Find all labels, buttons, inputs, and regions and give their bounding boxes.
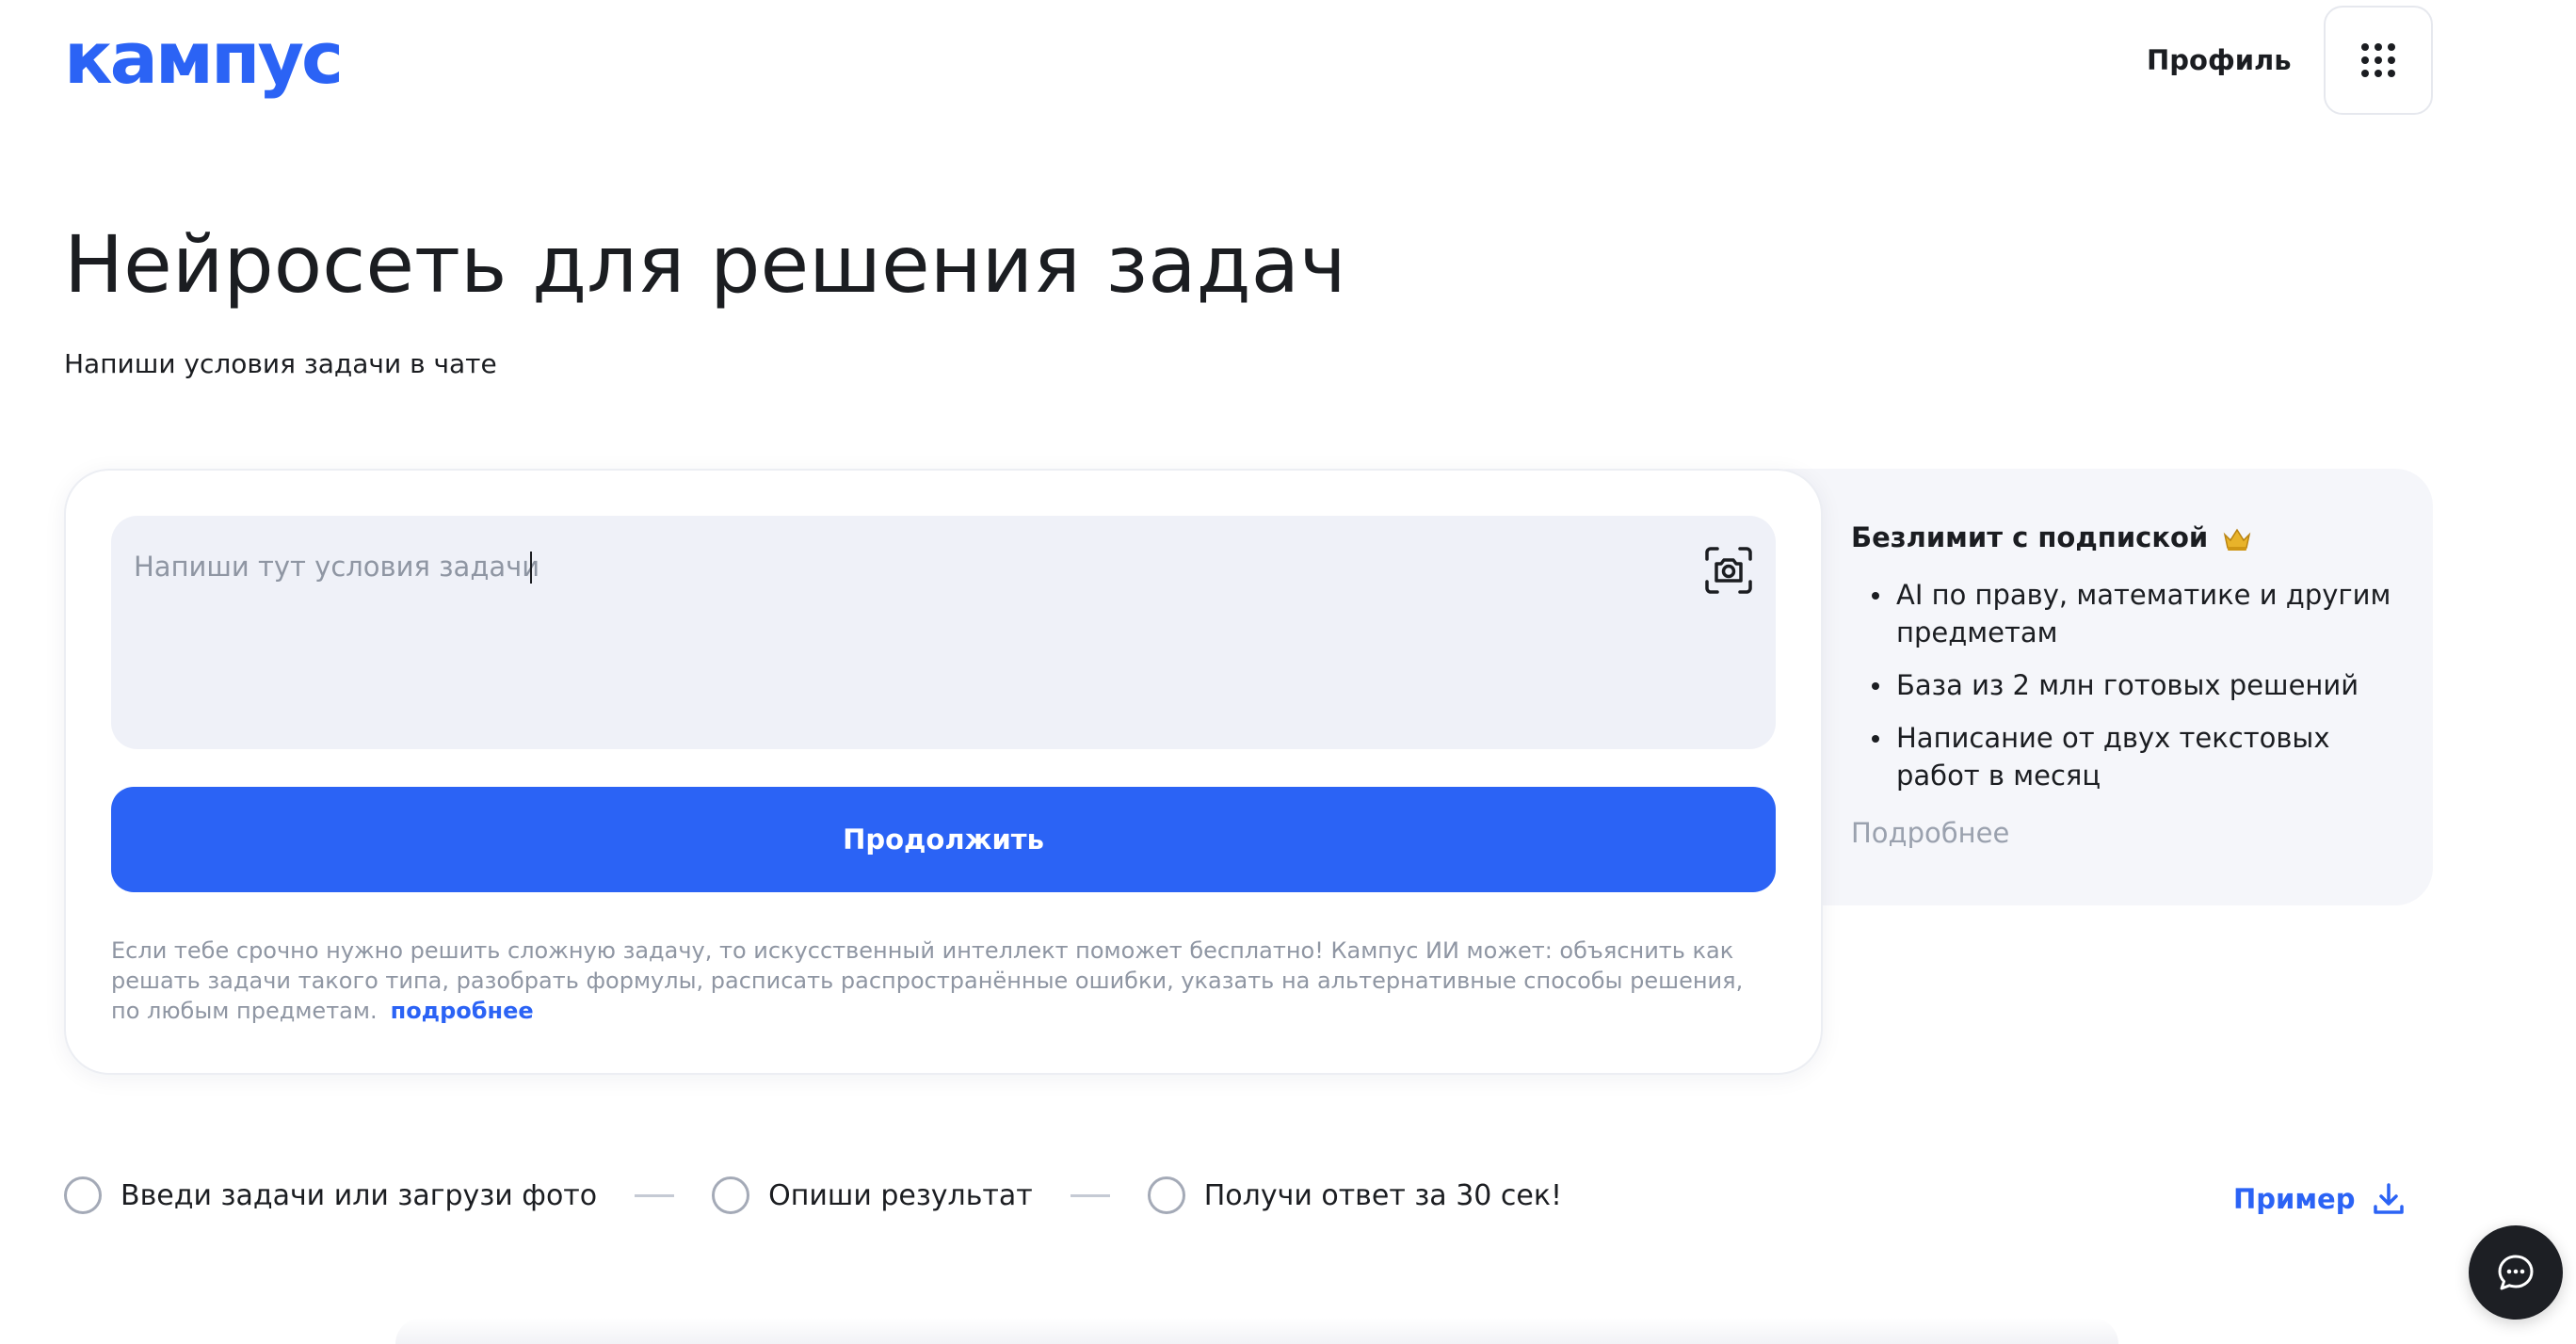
continue-button[interactable]: Продолжить [111, 787, 1776, 892]
example-download-link[interactable]: Пример [2233, 1180, 2406, 1218]
camera-scan-icon [1705, 547, 1752, 594]
step-radio [1147, 1176, 1185, 1214]
promo-benefit-item: AI по праву, математике и другим предмет… [1851, 576, 2397, 651]
ai-disclaimer: Если тебе срочно нужно решить сложную за… [111, 936, 1768, 1026]
promo-more-link[interactable]: Подробнее [1851, 817, 2009, 849]
step-item: Опиши результат [712, 1176, 1033, 1214]
crown-icon [2224, 528, 2251, 551]
next-section-edge [395, 1318, 2118, 1344]
promo-title: Безлимит с подпиской [1851, 521, 2251, 553]
logo-wordmark: кампус [64, 28, 344, 100]
page-title: Нейросеть для решения задач [64, 218, 1346, 311]
example-label: Пример [2233, 1183, 2356, 1215]
logo[interactable]: кампус [64, 28, 365, 104]
promo-benefit-item: Написание от двух текстовых работ в меся… [1851, 719, 2397, 794]
step-separator [1070, 1193, 1110, 1197]
grid-dots-icon [2361, 43, 2395, 77]
svg-text:кампус: кампус [64, 28, 341, 100]
step-radio [64, 1176, 102, 1214]
text-caret [530, 552, 532, 584]
page-subtitle: Напиши условия задачи в чате [64, 348, 497, 379]
step-item: Введи задачи или загрузи фото [64, 1176, 597, 1214]
disclaimer-text: Если тебе срочно нужно решить сложную за… [111, 937, 1744, 1024]
step-label: Введи задачи или загрузи фото [121, 1178, 598, 1212]
task-input[interactable] [134, 548, 1640, 585]
page: кампус Профиль Нейросеть для решения зад… [0, 0, 2576, 1344]
promo-benefit-item: База из 2 млн готовых решений [1851, 666, 2397, 704]
step-label: Опиши результат [768, 1178, 1033, 1212]
download-icon [2374, 1183, 2405, 1214]
how-it-works-steps: Введи задачи или загрузи фото Опиши резу… [64, 1176, 1562, 1214]
promo-title-text: Безлимит с подпиской [1851, 521, 2209, 553]
step-radio [712, 1176, 750, 1214]
disclaimer-more-link[interactable]: подробнее [391, 998, 534, 1024]
apps-menu-button[interactable] [2324, 6, 2433, 115]
upload-photo-button[interactable] [1700, 542, 1757, 599]
step-separator [635, 1193, 675, 1197]
promo-benefits-list: AI по праву, математике и другим предмет… [1851, 576, 2397, 809]
chat-bubble-icon [2498, 1255, 2534, 1290]
profile-link[interactable]: Профиль [2147, 41, 2292, 79]
task-input-area[interactable] [111, 516, 1776, 749]
support-chat-button[interactable] [2469, 1225, 2563, 1320]
step-item: Получи ответ за 30 сек! [1147, 1176, 1563, 1214]
step-label: Получи ответ за 30 сек! [1203, 1178, 1563, 1212]
